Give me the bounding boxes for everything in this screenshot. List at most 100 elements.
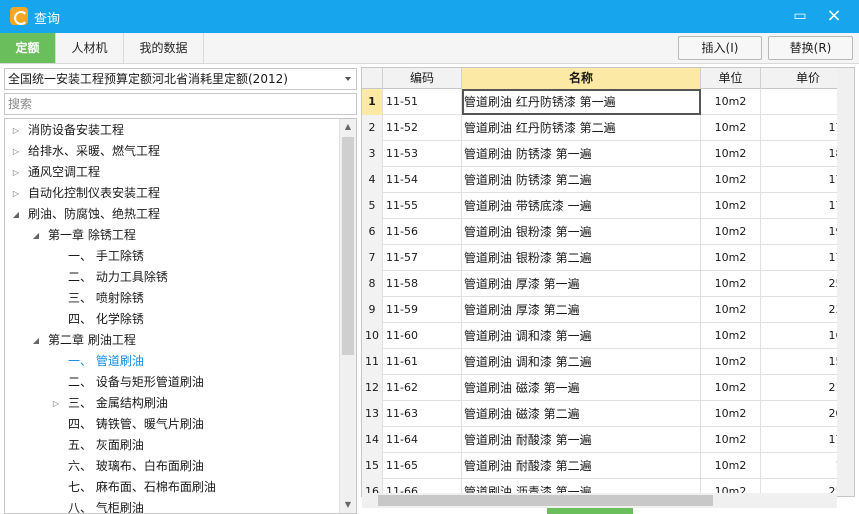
header-unit[interactable]: 单位 (701, 68, 761, 89)
collapsed-arrow-icon (51, 351, 61, 372)
unit-cell: 10m2 (701, 271, 761, 297)
code-cell: 11-52 (383, 115, 462, 141)
header-row-number (362, 68, 383, 89)
code-cell: 11-58 (383, 271, 462, 297)
row-number-cell: 12 (362, 375, 383, 401)
tree-scroll-thumb[interactable] (342, 137, 354, 355)
quota-library-value: 全国统一安装工程预算定额河北省消耗里定额(2012) (8, 72, 288, 86)
code-cell: 11-62 (383, 375, 462, 401)
close-icon[interactable]: × (823, 5, 845, 27)
unit-cell: 10m2 (701, 323, 761, 349)
unit-cell: 10m2 (701, 89, 761, 115)
name-cell: 管道刷油 耐酸漆 第一遍 (462, 427, 701, 453)
row-number-cell: 2 (362, 115, 383, 141)
table-row[interactable]: 911-59管道刷油 厚漆 第二遍10m223.1 (362, 297, 854, 323)
row-number-cell: 7 (362, 245, 383, 271)
code-cell: 11-63 (383, 401, 462, 427)
tab-my-data[interactable]: 我的数据 (124, 33, 204, 63)
tree-node-label: 二、 动力工具除锈 (68, 270, 168, 284)
expanded-arrow-icon[interactable]: ◢ (11, 204, 21, 225)
name-cell: 管道刷油 红丹防锈漆 第二遍 (462, 115, 701, 141)
collapsed-arrow-icon[interactable]: ▷ (51, 393, 61, 414)
maximize-icon[interactable]: ▭ (789, 5, 811, 27)
table-row[interactable]: 611-56管道刷油 银粉漆 第一遍10m219.3 (362, 219, 854, 245)
table-vertical-scrollbar[interactable] (837, 68, 854, 496)
left-panel: 全国统一安装工程预算定额河北省消耗里定额(2012) 搜索 八、 气柜刷油 七、 … (0, 64, 360, 514)
expanded-arrow-icon[interactable]: ◢ (31, 330, 41, 351)
collapsed-arrow-icon[interactable]: ▷ (11, 162, 21, 183)
row-number-cell: 10 (362, 323, 383, 349)
table-row[interactable]: 711-57管道刷油 银粉漆 第二遍10m217.3 (362, 245, 854, 271)
table-row[interactable]: 811-58管道刷油 厚漆 第一遍10m225.0 (362, 271, 854, 297)
collapsed-arrow-icon[interactable]: ▷ (11, 120, 21, 141)
name-cell: 管道刷油 调和漆 第二遍 (462, 349, 701, 375)
scroll-down-icon[interactable]: ▼ (340, 497, 356, 513)
collapsed-arrow-icon[interactable]: ▷ (11, 141, 21, 162)
table-row[interactable]: 1011-60管道刷油 调和漆 第一遍10m216.4 (362, 323, 854, 349)
name-cell: 管道刷油 调和漆 第一遍 (462, 323, 701, 349)
row-number-cell: 15 (362, 453, 383, 479)
name-cell: 管道刷油 银粉漆 第二遍 (462, 245, 701, 271)
name-cell: 管道刷油 带锈底漆 一遍 (462, 193, 701, 219)
table-row[interactable]: 1311-63管道刷油 磁漆 第二遍10m220.2 (362, 401, 854, 427)
name-cell: 管道刷油 厚漆 第一遍 (462, 271, 701, 297)
expanded-arrow-icon[interactable]: ◢ (31, 225, 41, 246)
table-header: 编码 名称 单位 单价 (362, 68, 854, 89)
code-cell: 11-61 (383, 349, 462, 375)
header-code[interactable]: 编码 (383, 68, 462, 89)
code-cell: 11-64 (383, 427, 462, 453)
row-number-cell: 6 (362, 219, 383, 245)
table-row[interactable]: 411-54管道刷油 防锈漆 第二遍10m217.6 (362, 167, 854, 193)
quota-library-select[interactable]: 全国统一安装工程预算定额河北省消耗里定额(2012) (4, 68, 357, 90)
table-row[interactable]: 1511-65管道刷油 耐酸漆 第二遍10m216. (362, 453, 854, 479)
code-cell: 11-54 (383, 167, 462, 193)
scroll-up-icon[interactable]: ▲ (340, 119, 356, 135)
table-row[interactable]: 511-55管道刷油 带锈底漆 一遍10m217.9 (362, 193, 854, 219)
replace-button[interactable]: 替换(R) (768, 36, 853, 60)
collapsed-arrow-icon (51, 498, 61, 513)
code-cell: 11-53 (383, 141, 462, 167)
tab-quota[interactable]: 定额 (0, 33, 56, 63)
table-row[interactable]: 1211-62管道刷油 磁漆 第一遍10m221.8 (362, 375, 854, 401)
tree-node-label: 一、 管道刷油 (68, 354, 144, 368)
unit-cell: 10m2 (701, 375, 761, 401)
tree-node-label: 四、 化学除锈 (68, 312, 144, 326)
table-row[interactable]: 1111-61管道刷油 调和漆 第二遍10m215.8 (362, 349, 854, 375)
name-cell: 管道刷油 耐酸漆 第二遍 (462, 453, 701, 479)
title-bar: 查询 ▭ × (0, 0, 859, 33)
unit-cell: 10m2 (701, 167, 761, 193)
table-scroll-thumb[interactable] (378, 495, 713, 506)
table-row[interactable]: 311-53管道刷油 防锈漆 第一遍10m218.1 (362, 141, 854, 167)
table-row[interactable]: 1411-64管道刷油 耐酸漆 第一遍10m217.1 (362, 427, 854, 453)
name-cell: 管道刷油 防锈漆 第二遍 (462, 167, 701, 193)
collapse-handle[interactable] (547, 508, 633, 514)
window-title: 查询 (34, 12, 61, 27)
row-number-cell: 3 (362, 141, 383, 167)
collapsed-arrow-icon (51, 414, 61, 435)
insert-button[interactable]: 插入(I) (678, 36, 762, 60)
table-row[interactable]: 111-51管道刷油 红丹防锈漆 第一遍10m21 (362, 89, 854, 115)
table-horizontal-scrollbar[interactable] (362, 493, 837, 508)
name-cell: 管道刷油 磁漆 第二遍 (462, 401, 701, 427)
collapsed-arrow-icon (51, 288, 61, 309)
search-input[interactable]: 搜索 (4, 93, 357, 115)
header-name[interactable]: 名称 (462, 68, 701, 89)
row-number-cell: 9 (362, 297, 383, 323)
tree-node-label: 给排水、采暖、燃气工程 (28, 144, 161, 158)
code-cell: 11-65 (383, 453, 462, 479)
unit-cell: 10m2 (701, 245, 761, 271)
collapsed-arrow-icon (51, 477, 61, 498)
unit-cell: 10m2 (701, 427, 761, 453)
tree-scrollbar[interactable]: ▲ ▼ (339, 119, 356, 513)
collapsed-arrow-icon[interactable]: ▷ (11, 183, 21, 204)
unit-cell: 10m2 (701, 349, 761, 375)
tree-node-label: 自动化控制仪表安装工程 (28, 186, 161, 200)
app-logo-icon (10, 7, 28, 25)
tab-labor-material-machine[interactable]: 人材机 (56, 33, 124, 63)
row-number-cell: 4 (362, 167, 383, 193)
tree-node-label: 四、 铸铁管、暖气片刷油 (68, 417, 204, 431)
table-row[interactable]: 211-52管道刷油 红丹防锈漆 第二遍10m217.6 (362, 115, 854, 141)
tree-node-label: 五、 灰面刷油 (68, 438, 144, 452)
tree-node-label: 刷油、防腐蚀、绝热工程 (28, 207, 161, 221)
tree-node-label: 八、 气柜刷油 (68, 501, 144, 514)
